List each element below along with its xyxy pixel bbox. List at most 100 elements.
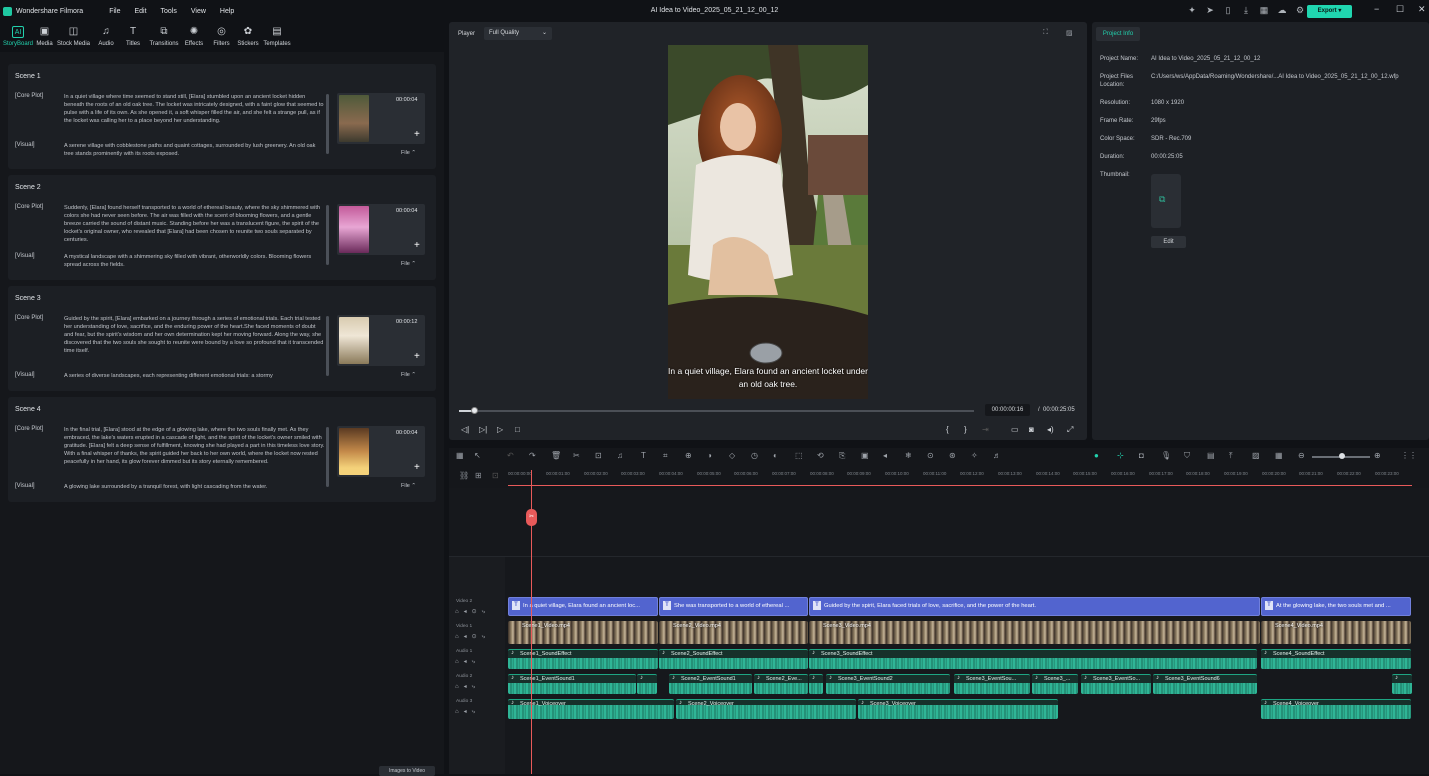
tab-transitions[interactable]: ⧉ Transitions [148, 22, 180, 52]
tracking-icon[interactable]: ⊛ [949, 451, 956, 460]
text-icon[interactable]: T [641, 451, 646, 460]
tab-storyboard[interactable]: AI StoryBoard [0, 22, 36, 52]
select-icon[interactable]: ↖ [474, 451, 481, 460]
tab-filters[interactable]: ◎ Filters [208, 22, 235, 52]
more-icon[interactable]: ⋮⋮ [1401, 451, 1417, 460]
tab-audio[interactable]: ♫ Audio [94, 22, 118, 52]
tab-stock-media[interactable]: ◫ Stock Media [53, 22, 94, 52]
file-menu[interactable]: File ⌃ [401, 372, 416, 378]
volume-icon[interactable]: ◂) [1047, 425, 1054, 434]
scene-thumbnail[interactable]: 00:00:04 + [337, 93, 425, 144]
scene-thumbnail[interactable]: 00:00:04 + [337, 426, 425, 477]
subtitle-icon[interactable]: ▤ [1207, 451, 1215, 460]
mark-out-icon[interactable]: } [964, 425, 967, 434]
scene-plot-text[interactable]: In the final trial, [Elara] stood at the… [64, 426, 326, 474]
voice-icon[interactable]: 🎙 [1161, 451, 1171, 460]
audio-clip[interactable]: Scene3_EventSound2 [826, 674, 950, 694]
video-preview[interactable]: In a quiet village, Elara found an ancie… [668, 45, 868, 399]
track-controls[interactable]: ⌂◂⊙⤷ [455, 633, 490, 641]
audio-clip[interactable]: Scene2_Voiceover [676, 699, 856, 719]
tab-stickers[interactable]: ✿ Stickers [235, 22, 261, 52]
add-track-icon[interactable]: ⊞ [475, 471, 482, 480]
snapshot-icon[interactable]: ⛶ [1043, 29, 1048, 37]
zoom-slider[interactable] [1312, 453, 1370, 459]
audio-clip[interactable] [809, 674, 823, 694]
stop-icon[interactable]: □ [515, 425, 520, 434]
motion-icon[interactable]: ⟲ [817, 451, 824, 460]
scrollbar[interactable] [326, 205, 329, 265]
add-icon[interactable]: + [414, 240, 420, 251]
redo-icon[interactable]: ↷ [529, 451, 536, 460]
delete-icon[interactable]: 🗑 [551, 451, 561, 460]
scrollbar[interactable] [326, 427, 329, 487]
file-menu[interactable]: File ⌃ [401, 483, 416, 489]
scene-visual-text[interactable]: A serene village with cobblestone paths … [64, 142, 326, 158]
add-icon[interactable]: + [414, 351, 420, 362]
scene-thumbnail[interactable]: 00:00:12 + [337, 315, 425, 366]
play-icon[interactable]: ▷ [497, 425, 503, 434]
scene-card[interactable]: Scene 4 [Core Plot] In the final trial, … [8, 397, 436, 502]
image-icon[interactable]: ▨ [1066, 29, 1073, 37]
scrubber-handle[interactable] [471, 407, 479, 414]
tab-titles[interactable]: T Titles [118, 22, 148, 52]
tab-project-info[interactable]: Project Info [1096, 27, 1140, 41]
stabilize-icon[interactable]: ⊙ [927, 451, 934, 460]
audio-clip[interactable]: Scene1_Voiceover [508, 699, 674, 719]
grid-view-icon[interactable]: ▦ [1275, 451, 1283, 460]
audio-clip[interactable]: Scene2_SoundEffect [659, 649, 808, 669]
detach-icon[interactable]: ⎘ [839, 451, 845, 461]
render-icon[interactable]: ⇥ [982, 425, 989, 434]
mark-in-icon[interactable]: { [946, 425, 949, 434]
mute-icon[interactable]: ◂ [883, 451, 887, 460]
track-controls[interactable]: ⌂◂⤷ [455, 658, 480, 666]
calendar-icon[interactable]: ▦ [1259, 5, 1269, 15]
menu-view[interactable]: View [191, 8, 206, 15]
file-menu[interactable]: File ⌃ [401, 150, 416, 156]
record-icon[interactable]: ● [1094, 451, 1099, 460]
bulb-icon[interactable]: ✦ [1187, 5, 1197, 15]
scene-visual-text[interactable]: A glowing lake surrounded by a tranquil … [64, 483, 326, 491]
freeze-icon[interactable]: ❄ [905, 451, 912, 460]
send-icon[interactable]: ➤ [1205, 5, 1215, 15]
scene-card[interactable]: Scene 3 [Core Plot] Guided by the spirit… [8, 286, 436, 391]
track-controls[interactable]: ⌂◂⤷ [455, 708, 480, 716]
images-to-video-button[interactable]: Images to Video [379, 766, 435, 776]
display-icon[interactable]: ▭ [1011, 425, 1019, 434]
tab-templates[interactable]: ▤ Templates [261, 22, 293, 52]
layout-icon[interactable]: ▦ [456, 451, 464, 460]
menu-edit[interactable]: Edit [134, 8, 146, 15]
audio-clip[interactable]: Scene3_... [1032, 674, 1078, 694]
tab-effects[interactable]: ✺ Effects [180, 22, 208, 52]
audio-clip[interactable]: Scene3_EventSou... [954, 674, 1030, 694]
text-clip[interactable]: At the glowing lake, the two souls met a… [1261, 597, 1411, 616]
audio-icon[interactable]: ♫ [617, 451, 623, 460]
scene-visual-text[interactable]: A series of diverse landscapes, each rep… [64, 372, 326, 380]
playhead-handle[interactable]: ✂ [526, 509, 537, 526]
download-icon[interactable]: ⤓ [1241, 5, 1251, 15]
shield-icon[interactable]: ⛉ [1184, 451, 1190, 461]
color-icon[interactable]: ◑ [707, 451, 712, 460]
camera-icon[interactable]: ◙ [1029, 425, 1034, 434]
audio-clip[interactable]: Scene1_EventSound1 [508, 674, 636, 694]
playback-scrubber[interactable] [459, 407, 974, 414]
audio-clip[interactable] [637, 674, 657, 694]
track-controls[interactable]: ⌂◂⤷ [455, 683, 480, 691]
phone-icon[interactable]: ▯ [1223, 5, 1233, 15]
transform-icon[interactable]: ⬚ [795, 451, 803, 460]
scene-plot-text[interactable]: In a quiet village where time seemed to … [64, 93, 326, 133]
minimize-icon[interactable]: − [1374, 4, 1379, 14]
cloud-icon[interactable]: ☁ [1277, 5, 1287, 15]
gear-icon[interactable]: ⚙ [1295, 5, 1305, 15]
scene-thumbnail[interactable]: 00:00:04 + [337, 204, 425, 255]
image-icon[interactable]: ▨ [1252, 451, 1260, 460]
menu-help[interactable]: Help [220, 8, 234, 15]
thumbnail-preview[interactable]: ⧉ [1151, 174, 1181, 228]
audio-clip[interactable]: Scene2_EventSound1 [669, 674, 752, 694]
audio-clip[interactable]: Scene3_EventSound6 [1153, 674, 1257, 694]
audio-clip[interactable]: Scene4_Voiceover [1261, 699, 1411, 719]
zoom-icon[interactable]: ⊕ [685, 451, 692, 460]
keyframe-icon[interactable]: ◇ [729, 451, 735, 460]
zoom-slider-handle[interactable] [1339, 453, 1345, 459]
zoom-out-icon[interactable]: ⊖ [1298, 451, 1305, 460]
edit-thumbnail-button[interactable]: Edit [1151, 236, 1186, 248]
